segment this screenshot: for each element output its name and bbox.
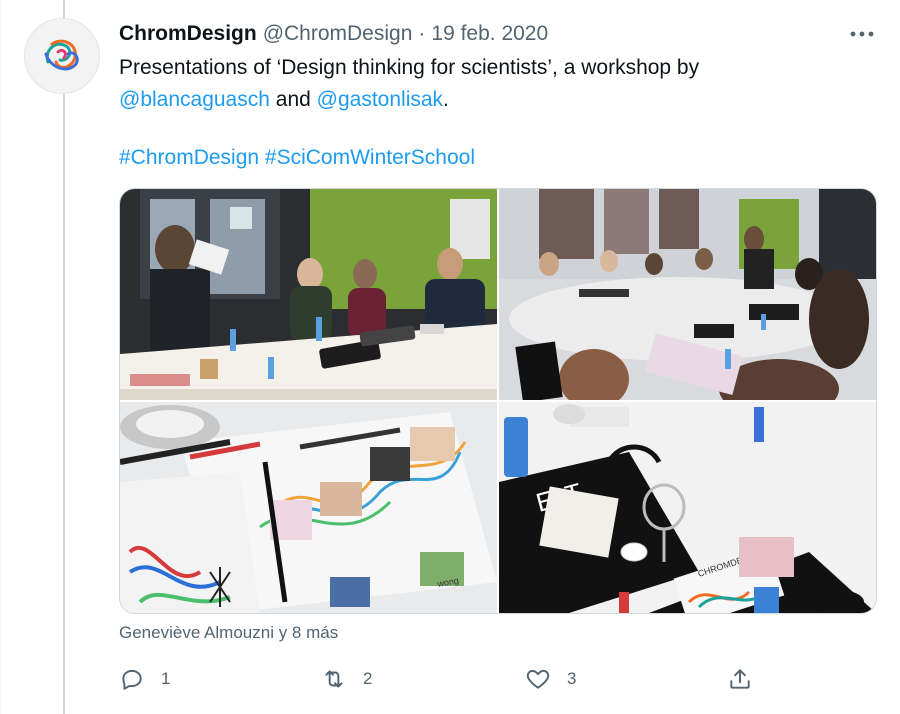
action-bar: 1 2 3 <box>119 660 759 698</box>
mention-gastonlisak[interactable]: @gastonlisak <box>317 88 443 111</box>
avatar[interactable] <box>24 18 100 94</box>
share-button[interactable] <box>727 660 753 698</box>
like-count: 3 <box>567 669 577 688</box>
left-border <box>0 0 1 714</box>
like-icon <box>526 669 550 689</box>
tweet-text-period: . <box>443 88 449 111</box>
more-icon <box>850 31 874 37</box>
photo-room-overview[interactable] <box>499 189 876 400</box>
tweet-date[interactable]: 19 feb. 2020 <box>431 22 548 46</box>
retweet-icon <box>325 670 343 688</box>
reply-icon <box>122 669 142 690</box>
author-handle[interactable]: @ChromDesign <box>263 22 413 46</box>
hashtag-chromdesign[interactable]: #ChromDesign <box>119 146 259 169</box>
photo-design-sheets[interactable]: wong <box>120 402 497 613</box>
more-button[interactable] <box>845 22 879 46</box>
tweet-text-intro: Presentations of ‘Design thinking for sc… <box>119 56 700 79</box>
chromdesign-logo-icon <box>44 39 79 71</box>
media-grid: wong ELT CHROMDESIGN <box>119 188 877 614</box>
retweet-count: 2 <box>363 669 373 688</box>
liked-by[interactable]: Geneviève Almouzni y 8 más <box>119 623 338 643</box>
retweet-button[interactable]: 2 <box>321 660 372 698</box>
tweet-text-and: and <box>275 88 311 111</box>
mention-blancaguasch[interactable]: @blancaguasch <box>119 88 270 111</box>
hashtags: #ChromDesign #SciComWinterSchool <box>119 142 475 174</box>
tweet-header: ChromDesign @ChromDesign · 19 feb. 2020 <box>119 20 548 48</box>
photo-table-with-bags[interactable]: ELT CHROMDESIGN <box>499 402 876 613</box>
photo-presenter-at-table[interactable] <box>120 189 497 400</box>
header-separator: · <box>418 22 426 45</box>
thread-line <box>63 0 65 714</box>
reply-button[interactable]: 1 <box>119 660 170 698</box>
reply-count: 1 <box>161 669 171 688</box>
like-button[interactable]: 3 <box>525 660 576 698</box>
hashtag-scicomwinterschool[interactable]: #SciComWinterSchool <box>265 146 475 169</box>
author-name[interactable]: ChromDesign <box>119 22 257 46</box>
share-icon <box>730 669 750 689</box>
tweet-body: Presentations of ‘Design thinking for sc… <box>119 52 859 116</box>
